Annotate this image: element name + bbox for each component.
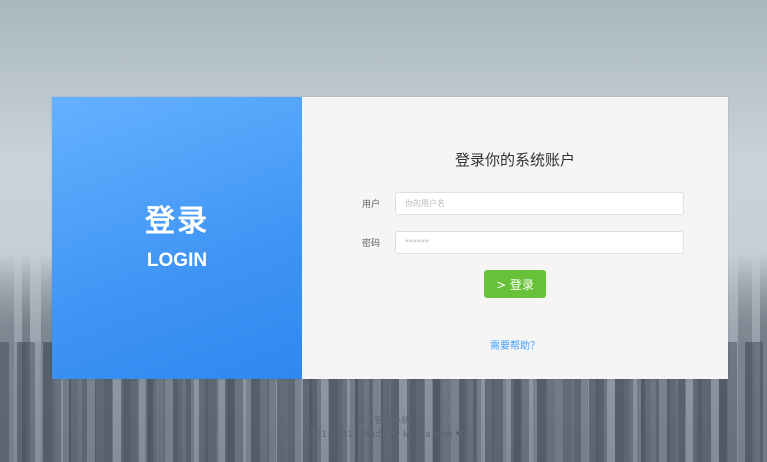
login-banner: 登录 LOGIN (52, 97, 302, 379)
banner-title-cn: 登录 (145, 204, 209, 239)
login-form: 登录你的系统账户 用户 你的用户名 密码 ****** > 登录 需要帮助？ (302, 97, 728, 379)
form-heading: 登录你的系统账户 (454, 151, 575, 169)
footer-copyright: 2021-2021 · Made by Idiana with ❤ (304, 430, 463, 440)
username-label: 用户 (362, 200, 381, 210)
footer-app-name: 员工管理系统 (356, 416, 411, 426)
login-button[interactable]: > 登录 (484, 270, 546, 298)
username-row: 用户 你的用户名 (362, 192, 684, 215)
username-input[interactable]: 你的用户名 (395, 192, 684, 215)
footer: 员工管理系统 2021-2021 · Made by Idiana with ❤ (0, 414, 767, 442)
help-link[interactable]: 需要帮助？ (302, 337, 728, 352)
password-row: 密码 ****** (362, 231, 684, 254)
banner-title-en: LOGIN (146, 250, 208, 271)
password-label: 密码 (362, 239, 381, 249)
login-panel: 登录 LOGIN 登录你的系统账户 用户 你的用户名 密码 ****** > 登… (52, 97, 728, 379)
password-input[interactable]: ****** (395, 231, 684, 254)
